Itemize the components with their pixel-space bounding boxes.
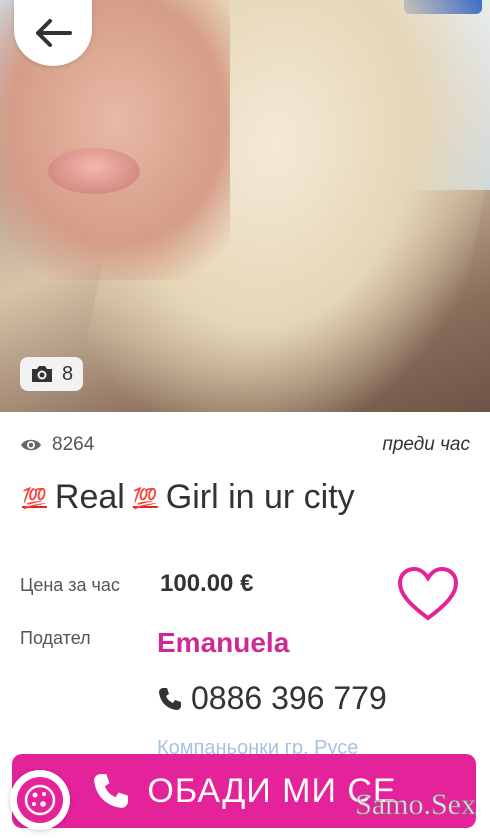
hundred-emoji-icon: 💯	[22, 485, 47, 510]
cookie-settings-button[interactable]	[10, 770, 70, 830]
phone-icon	[159, 687, 181, 710]
eye-icon	[21, 439, 41, 451]
listing-title: 💯 Real 💯 Girl in ur city	[20, 478, 480, 517]
price-value: 100.00 €	[160, 570, 254, 597]
phone-number[interactable]: 0886 396 779	[157, 680, 387, 717]
posted-time: преди час	[382, 434, 470, 455]
cookie-button-inner	[17, 777, 63, 823]
views-count: 8264	[52, 434, 95, 455]
provider-name-link[interactable]: Emanuela	[157, 627, 289, 659]
listing-meta-row: 8264 преди час	[20, 430, 470, 460]
camera-icon	[32, 366, 52, 382]
arrow-left-icon	[36, 19, 72, 47]
listing-photo[interactable]	[0, 0, 490, 412]
photo-count-value: 8	[62, 362, 74, 385]
phone-number-text: 0886 396 779	[191, 680, 387, 716]
hundred-emoji-icon: 💯	[132, 485, 158, 510]
views-counter: 8264	[20, 434, 94, 456]
heart-icon[interactable]	[397, 566, 459, 622]
title-text-part1: Real	[54, 478, 125, 516]
site-watermark: Samo.Sex	[355, 788, 477, 822]
cookie-icon	[24, 784, 56, 816]
photo-lips-area	[48, 148, 140, 194]
title-text-part2: Girl in ur city	[165, 478, 355, 516]
phone-icon	[94, 774, 129, 808]
provider-label: Подател	[20, 628, 91, 648]
price-label: Цена за час	[20, 575, 120, 595]
photo-count-badge[interactable]: 8	[20, 357, 84, 391]
